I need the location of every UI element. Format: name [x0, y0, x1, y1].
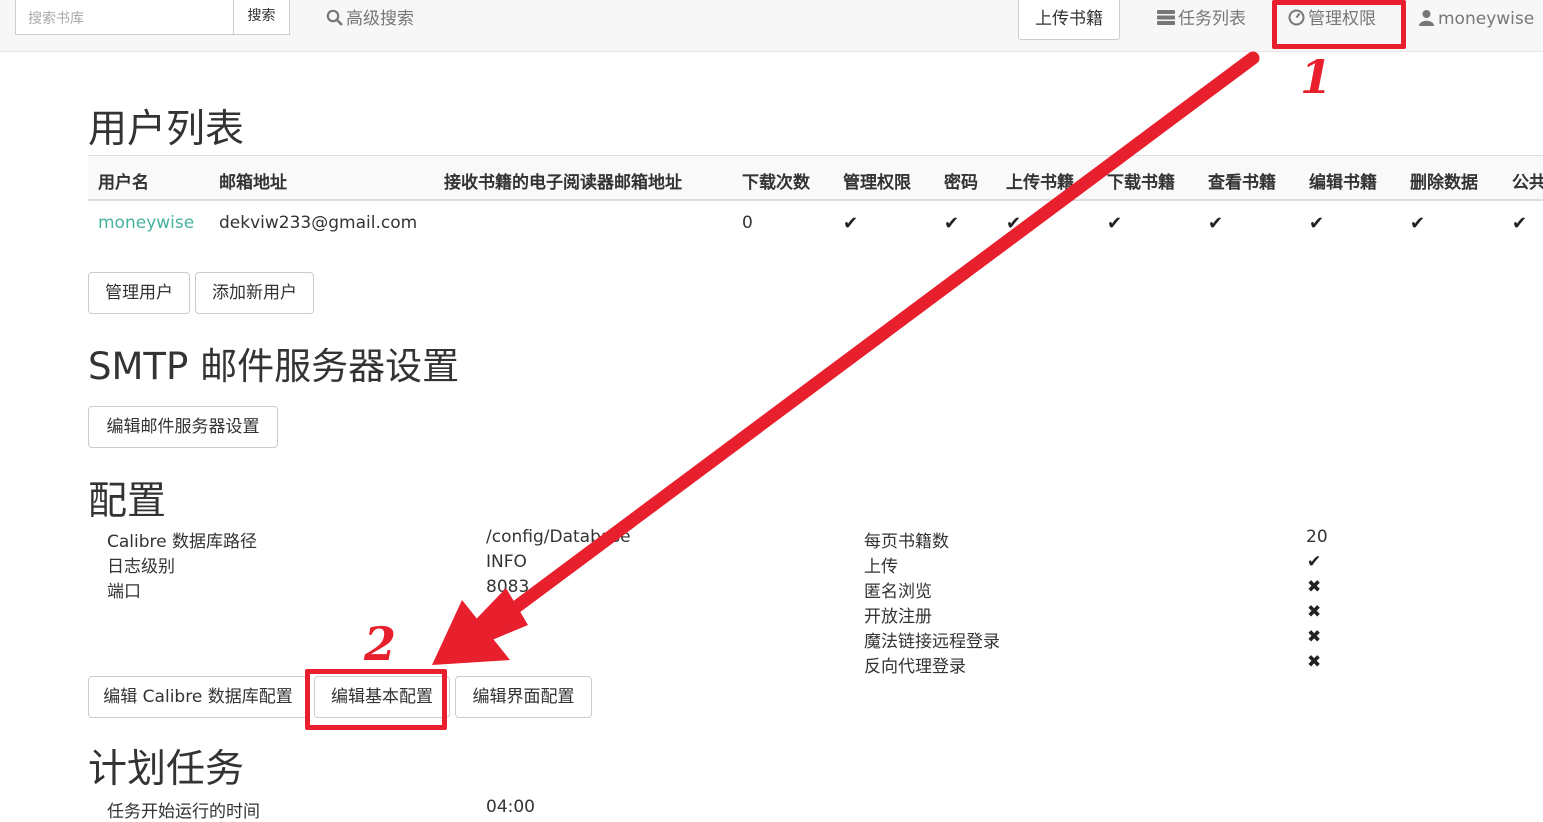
step-number-1: 1: [1300, 50, 1333, 104]
step-number-2: 2: [364, 617, 397, 671]
annotation-arrow: [432, 51, 1260, 665]
